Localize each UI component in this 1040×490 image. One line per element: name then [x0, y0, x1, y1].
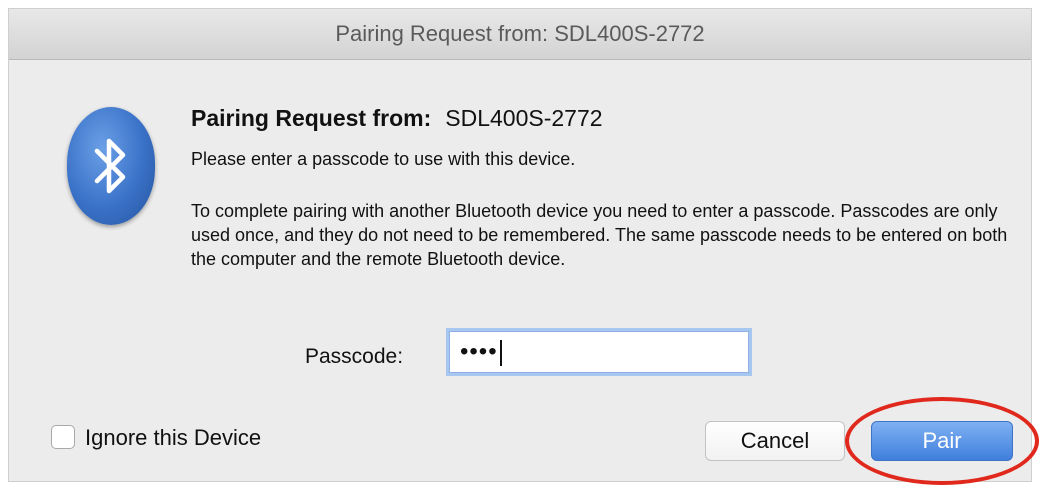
ignore-device-label[interactable]: Ignore this Device [85, 425, 261, 451]
passcode-label: Passcode: [305, 345, 404, 368]
bluetooth-icon [67, 107, 155, 225]
heading-label: Pairing Request from: [191, 105, 432, 131]
dialog-body-text: To complete pairing with another Bluetoo… [191, 201, 1008, 269]
dialog-subtext: Please enter a passcode to use with this… [191, 149, 576, 169]
device-name: SDL400S-2772 [445, 105, 603, 131]
text-caret [499, 339, 502, 366]
cancel-button[interactable]: Cancel [705, 421, 845, 461]
passcode-input[interactable]: •••• [449, 331, 749, 373]
ignore-device-checkbox[interactable] [51, 425, 75, 449]
passcode-value: •••• [460, 338, 498, 365]
dialog-heading: Pairing Request from: SDL400S-2772 [191, 105, 603, 132]
pairing-dialog: Pairing Request from: SDL400S-2772 Pairi… [8, 8, 1039, 485]
pair-button[interactable]: Pair [871, 421, 1013, 461]
window-title: Pairing Request from: SDL400S-2772 [9, 9, 1031, 60]
